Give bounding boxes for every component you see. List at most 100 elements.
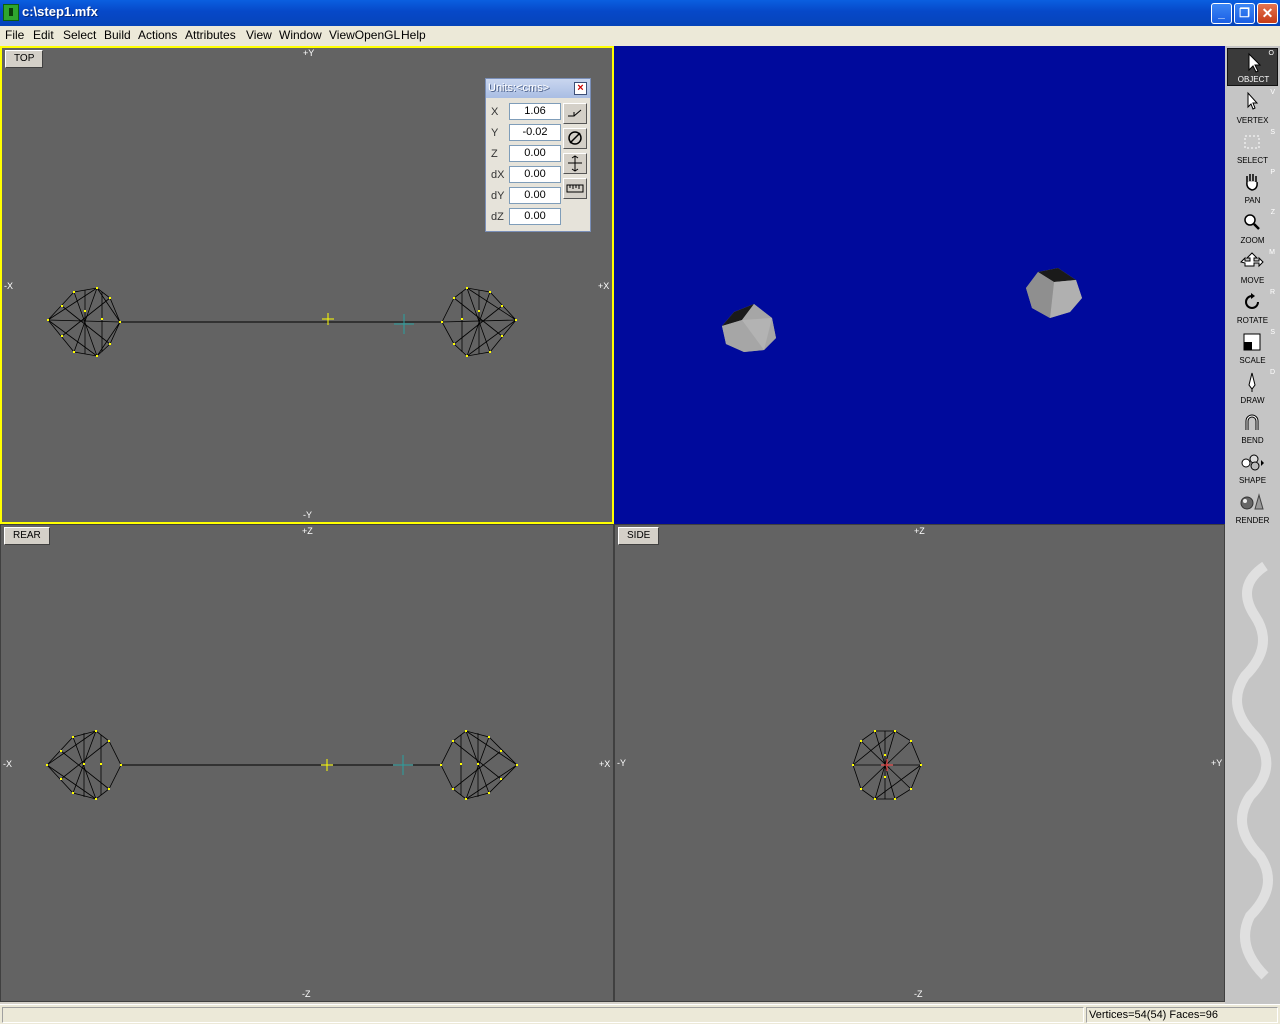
tool-label: ROTATE <box>1236 316 1269 325</box>
units-panel: Units:<cms> × X 1.06 Y -0.02 Z 0.00 dX 0… <box>485 78 591 232</box>
tool-key: Z <box>1270 209 1275 216</box>
axis-label-left: -X <box>3 759 12 769</box>
object-arrow-icon <box>1248 52 1262 73</box>
units-panel-close-icon[interactable]: × <box>574 82 587 95</box>
tool-label: RENDER <box>1235 516 1270 525</box>
axis-label-bottom: -Z <box>914 989 923 999</box>
coord-field-y[interactable]: -0.02 <box>509 124 561 141</box>
viewport-label-side[interactable]: SIDE <box>618 527 660 545</box>
menu-window[interactable]: Window <box>279 28 322 42</box>
tool-scale[interactable]: S SCALE <box>1227 328 1278 366</box>
tool-label: ZOOM <box>1240 236 1265 245</box>
pen-icon <box>1248 372 1256 392</box>
tool-key: S <box>1270 329 1275 336</box>
title-bar: c:\step1.mfx _ ❐ ✕ <box>0 0 1280 26</box>
menu-attributes[interactable]: Attributes <box>185 28 236 42</box>
tool-label: PAN <box>1244 196 1261 205</box>
tool-pan[interactable]: P PAN <box>1227 168 1278 206</box>
tool-vertex[interactable]: V VERTEX <box>1227 88 1278 126</box>
side-origin-cross <box>881 759 893 771</box>
tool-object[interactable]: O OBJECT <box>1227 48 1278 86</box>
axis-label-top: +Y <box>303 48 315 58</box>
menu-viewopengl[interactable]: ViewOpenGL <box>329 28 400 42</box>
coord-label-z: Z <box>491 148 498 160</box>
coord-field-x[interactable]: 1.06 <box>509 103 561 120</box>
units-panel-title: Units:<cms> <box>488 82 550 94</box>
snap-button[interactable] <box>563 103 587 124</box>
tool-bend[interactable]: BEND <box>1227 408 1278 446</box>
minimize-button[interactable]: _ <box>1211 3 1232 24</box>
no-constraint-button[interactable] <box>563 128 587 149</box>
coord-row-dy: dY 0.00 <box>489 187 561 205</box>
render-icon <box>1240 493 1264 510</box>
perspective-viewport[interactable] <box>614 46 1225 524</box>
menu-view[interactable]: View <box>246 28 272 42</box>
rear-viewport[interactable]: REAR +Z -Z -X +X <box>0 524 614 1002</box>
status-geometry-count: Vertices=54(54) Faces=96 <box>1086 1007 1278 1023</box>
tool-move[interactable]: M MOVE <box>1227 248 1278 286</box>
tool-draw[interactable]: D DRAW <box>1227 368 1278 406</box>
menu-file[interactable]: File <box>5 28 24 42</box>
menu-bar: File Edit Select Build Actions Attribute… <box>0 26 1280 46</box>
bend-icon <box>1245 414 1259 430</box>
coord-label-y: Y <box>491 127 499 139</box>
tool-zoom[interactable]: Z ZOOM <box>1227 208 1278 246</box>
perspective-render <box>722 268 1082 352</box>
menu-select[interactable]: Select <box>63 28 96 42</box>
app-icon[interactable] <box>3 4 19 21</box>
cursor-cross <box>393 755 413 775</box>
menu-help[interactable]: Help <box>401 28 426 42</box>
viewport-label-top[interactable]: TOP <box>5 50 44 68</box>
viewport-label-rear[interactable]: REAR <box>4 527 50 545</box>
coord-field-dz[interactable]: 0.00 <box>509 208 561 225</box>
coord-label-x: X <box>491 106 499 118</box>
axis-label-right: +X <box>599 759 611 769</box>
side-view-wireframe <box>852 730 922 800</box>
coord-row-dz: dZ 0.00 <box>489 208 561 226</box>
scale-arrows-button[interactable] <box>563 153 587 174</box>
tool-label: SHAPE <box>1238 476 1267 485</box>
coord-label-dy: dY <box>491 190 505 202</box>
tool-palette: O OBJECT V VERTEX S SELECT P PAN Z ZOOM … <box>1225 46 1280 1004</box>
hand-icon <box>1246 174 1258 191</box>
coord-field-z[interactable]: 0.00 <box>509 145 561 162</box>
tool-shape[interactable]: SHAPE <box>1227 448 1278 486</box>
coord-field-dy[interactable]: 0.00 <box>509 187 561 204</box>
tool-key: M <box>1269 249 1275 256</box>
restore-button[interactable]: ❐ <box>1234 3 1255 24</box>
menu-actions[interactable]: Actions <box>138 28 177 42</box>
coord-row-y: Y -0.02 <box>489 124 561 142</box>
coord-row-x: X 1.06 <box>489 103 561 121</box>
tool-label: OBJECT <box>1237 75 1270 84</box>
right-rock <box>1026 268 1082 318</box>
axis-label-right: +Y <box>1211 758 1223 768</box>
ruler-icon <box>566 184 584 193</box>
axis-label-bottom: -Z <box>302 989 311 999</box>
vertex-arrow-icon <box>1247 91 1259 110</box>
palette-decoration <box>1232 561 1273 980</box>
menu-edit[interactable]: Edit <box>33 28 54 42</box>
side-viewport[interactable]: SIDE +Z -Z -Y +Y <box>614 524 1225 1002</box>
tool-select[interactable]: S SELECT <box>1227 128 1278 166</box>
ruler-button[interactable] <box>563 178 587 199</box>
left-rock <box>722 304 776 352</box>
rear-view-wireframe <box>46 730 518 800</box>
tool-label: MOVE <box>1240 276 1265 285</box>
move-arrows-icon <box>1240 252 1264 268</box>
units-panel-header[interactable]: Units:<cms> × <box>486 79 590 98</box>
origin-cross <box>321 759 333 771</box>
coord-field-dx[interactable]: 0.00 <box>509 166 561 183</box>
origin-cross <box>322 313 334 325</box>
tool-label: SCALE <box>1239 356 1266 365</box>
axis-label-bottom: -Y <box>303 510 312 520</box>
coord-label-dz: dZ <box>491 211 504 223</box>
tool-key: D <box>1269 369 1275 376</box>
close-button[interactable]: ✕ <box>1257 3 1278 24</box>
snap-icon <box>568 109 582 117</box>
magnifier-icon <box>1244 214 1260 230</box>
menu-build[interactable]: Build <box>104 28 131 42</box>
right-mesh-vertices <box>440 730 518 800</box>
tool-rotate[interactable]: R ROTATE <box>1227 288 1278 326</box>
axis-label-top: +Z <box>302 526 313 536</box>
tool-render[interactable]: RENDER <box>1227 488 1278 526</box>
